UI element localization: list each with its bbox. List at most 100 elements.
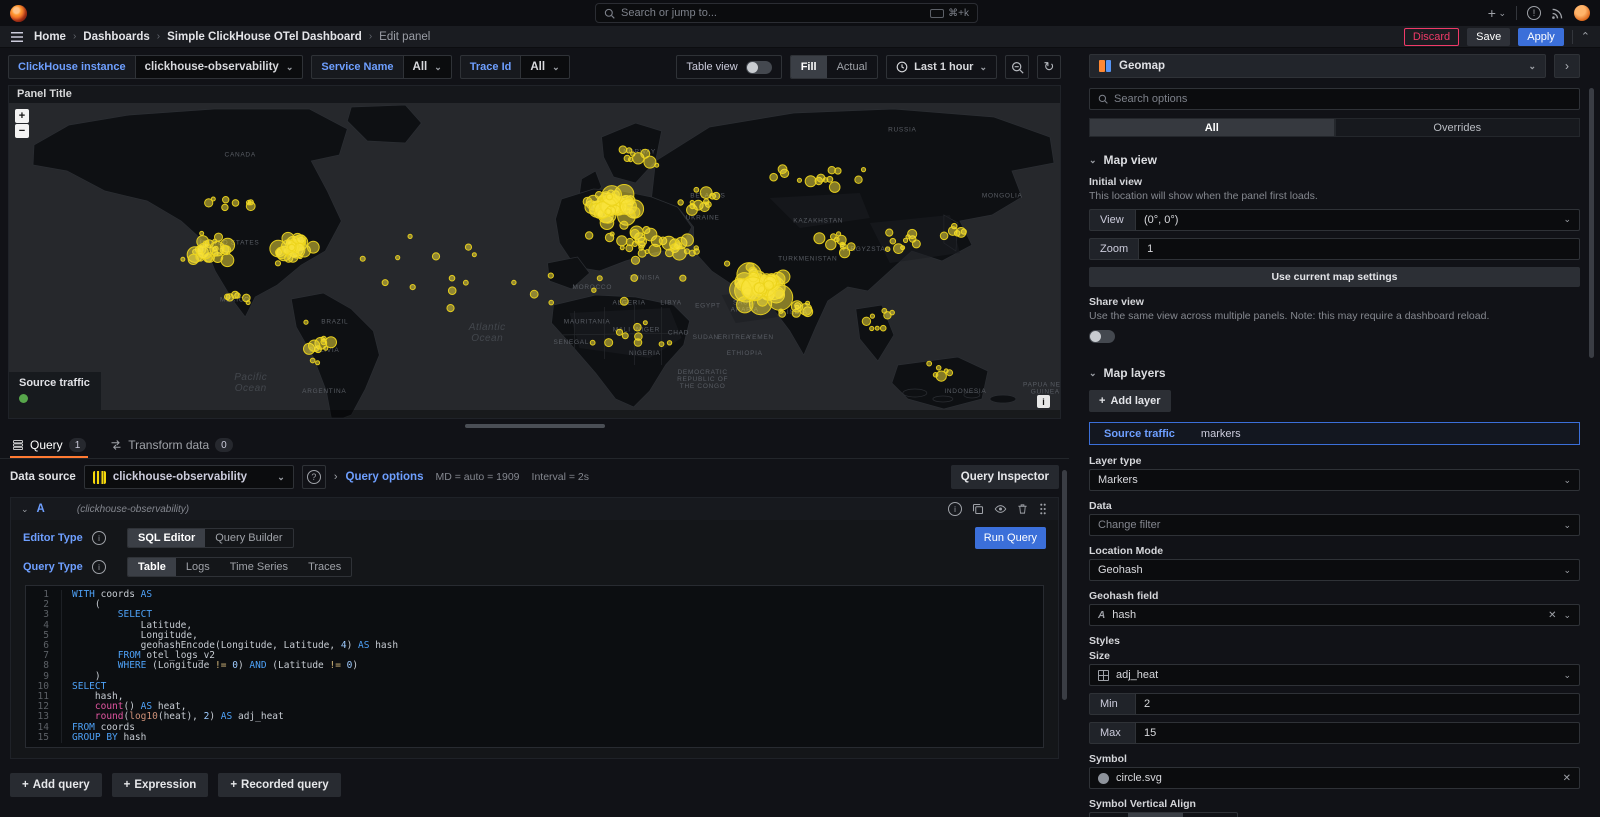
recorded-query-button[interactable]: +Recorded query — [218, 773, 340, 797]
map-data-point — [620, 199, 636, 215]
query-type-traces[interactable]: Traces — [298, 558, 351, 576]
add-button[interactable]: + ⌄ — [1488, 5, 1506, 21]
tab-transform-data[interactable]: Transform data 0 — [108, 432, 234, 458]
panel-resize-handle[interactable] — [465, 424, 605, 428]
table-view-switch[interactable] — [746, 61, 772, 74]
drag-handle-icon[interactable] — [1038, 503, 1048, 515]
filter-trace-id-select[interactable]: All⌄ — [521, 55, 569, 79]
map-info-button[interactable]: i — [1037, 395, 1050, 408]
actual-option[interactable]: Actual — [827, 56, 878, 78]
valign-top-option[interactable]: Top — [1090, 813, 1128, 817]
layer-type-label: Layer type — [1089, 455, 1580, 467]
share-view-switch[interactable] — [1089, 330, 1115, 343]
map-country-label: TURKMENISTAN — [778, 256, 837, 263]
data-filter-select[interactable]: Change filter⌄ — [1089, 514, 1580, 536]
map-country-label: LIBYA — [660, 300, 681, 307]
clear-icon[interactable]: ✕ — [1563, 773, 1571, 784]
query-row-header[interactable]: ⌄ A (clickhouse-observability) i — [11, 498, 1058, 520]
refresh-button[interactable]: ↻ — [1037, 55, 1061, 79]
help-icon[interactable]: ! — [1527, 6, 1541, 20]
options-search-input[interactable]: Search options — [1089, 88, 1580, 110]
sql-editor[interactable]: 1WITH coords AS2 (3 SELECT4 Latitude,5 L… — [25, 585, 1044, 748]
panel-title[interactable]: Panel Title — [9, 86, 1060, 103]
location-mode-select[interactable]: Geohash⌄ — [1089, 559, 1580, 581]
apply-button[interactable]: Apply — [1518, 28, 1564, 46]
info-icon[interactable]: i — [92, 560, 106, 574]
fill-option[interactable]: Fill — [791, 56, 827, 78]
save-button[interactable]: Save — [1467, 28, 1510, 46]
map-data-point — [448, 287, 456, 295]
add-layer-button[interactable]: +Add layer — [1089, 390, 1171, 412]
hide-response-eye-icon[interactable] — [994, 503, 1007, 515]
use-current-map-settings-button[interactable]: Use current map settings — [1089, 267, 1580, 287]
map-zoom-in-button[interactable]: + — [15, 109, 29, 123]
breadcrumb-item[interactable]: Home — [34, 31, 66, 43]
time-range-picker[interactable]: Last 1 hour ⌄ — [886, 55, 997, 79]
query-type-logs[interactable]: Logs — [176, 558, 220, 576]
map-data-point — [631, 256, 639, 264]
map-data-point — [616, 329, 622, 335]
breadcrumb-item[interactable]: Dashboards — [83, 31, 149, 43]
tab-all[interactable]: All — [1089, 118, 1335, 137]
filter-clickhouse-instance-select[interactable]: clickhouse-observability⌄ — [136, 55, 304, 79]
layer-row-source-traffic[interactable]: Source traffic markers — [1089, 422, 1580, 445]
query-builder-option[interactable]: Query Builder — [205, 529, 292, 547]
user-avatar[interactable] — [1574, 5, 1590, 21]
chevron-down-icon[interactable]: ⌄ — [21, 504, 29, 515]
view-select[interactable]: (0°, 0°)⌄ — [1135, 209, 1580, 231]
add-query-button[interactable]: +Add query — [10, 773, 102, 797]
options-pane-scrollbar[interactable] — [1589, 88, 1594, 358]
map-data-point — [622, 333, 628, 339]
max-input[interactable]: 15 — [1135, 722, 1580, 744]
valign-bottom-option[interactable]: Bottom — [1183, 813, 1238, 817]
clear-icon[interactable]: ✕ — [1548, 610, 1556, 621]
chevron-right-icon[interactable]: › — [334, 471, 338, 483]
map-zoom-out-button[interactable]: − — [15, 124, 29, 138]
visualization-picker[interactable]: Geomap ⌄ — [1089, 54, 1546, 78]
query-inspector-button[interactable]: Query Inspector — [951, 465, 1059, 489]
query-type-table[interactable]: Table — [128, 558, 176, 576]
world-map[interactable]: RUSSIACANADAUNITED STATESMEXICOBRAZILBOL… — [9, 103, 1060, 418]
zoom-out-button[interactable] — [1005, 55, 1029, 79]
sql-editor-option[interactable]: SQL Editor — [128, 529, 205, 547]
datasource-select[interactable]: clickhouse-observability ⌄ — [84, 465, 294, 489]
collapse-options-pane-button[interactable]: › — [1554, 54, 1580, 78]
duplicate-query-icon[interactable] — [972, 503, 984, 515]
breadcrumb-item[interactable]: Simple ClickHouse OTel Dashboard — [167, 31, 362, 43]
zoom-input[interactable]: 1 — [1138, 238, 1580, 260]
search-input[interactable]: Search or jump to... ⌘+k — [595, 3, 978, 23]
filter-service-name-select[interactable]: All⌄ — [404, 55, 452, 79]
map-data-point — [855, 176, 862, 183]
expression-button[interactable]: +Expression — [112, 773, 209, 797]
divider — [1572, 30, 1573, 44]
remove-query-trash-icon[interactable] — [1017, 503, 1028, 515]
left-pane-scrollbar[interactable] — [1062, 470, 1067, 700]
news-icon[interactable] — [1551, 7, 1564, 20]
map-data-point — [310, 358, 315, 363]
size-field-select[interactable]: adj_heat ⌄ — [1089, 664, 1580, 686]
menu-icon[interactable] — [10, 31, 24, 43]
map-view-section-header[interactable]: ⌄ Map view — [1089, 153, 1580, 167]
tab-overrides[interactable]: Overrides — [1335, 118, 1581, 137]
query-type-time-series[interactable]: Time Series — [220, 558, 298, 576]
query-help-icon[interactable]: i — [948, 502, 962, 516]
chevron-down-icon: ⌄ — [552, 62, 560, 73]
datasource-help-button[interactable]: ? — [302, 465, 326, 489]
layer-type-select[interactable]: Markers⌄ — [1089, 469, 1580, 491]
table-view-toggle[interactable]: Table view — [676, 55, 781, 79]
min-input[interactable]: 2 — [1135, 693, 1580, 715]
grafana-logo[interactable] — [10, 5, 27, 22]
info-icon[interactable]: i — [92, 531, 106, 545]
map-data-point — [870, 314, 874, 318]
map-data-point — [465, 244, 471, 250]
geohash-field-select[interactable]: A hash ✕⌄ — [1089, 604, 1580, 626]
symbol-select[interactable]: circle.svg ✕ — [1089, 767, 1580, 789]
map-layers-section-header[interactable]: ⌄ Map layers — [1089, 366, 1580, 380]
map-country-label: YEMEN — [747, 334, 774, 341]
query-options-toggle[interactable]: Query options — [346, 471, 424, 483]
collapse-toolbar-icon[interactable]: ⌃ — [1581, 30, 1590, 43]
discard-button[interactable]: Discard — [1404, 28, 1459, 46]
valign-center-option[interactable]: Center — [1128, 813, 1183, 817]
tab-query[interactable]: Query 1 — [10, 432, 88, 458]
run-query-button[interactable]: Run Query — [975, 527, 1046, 549]
